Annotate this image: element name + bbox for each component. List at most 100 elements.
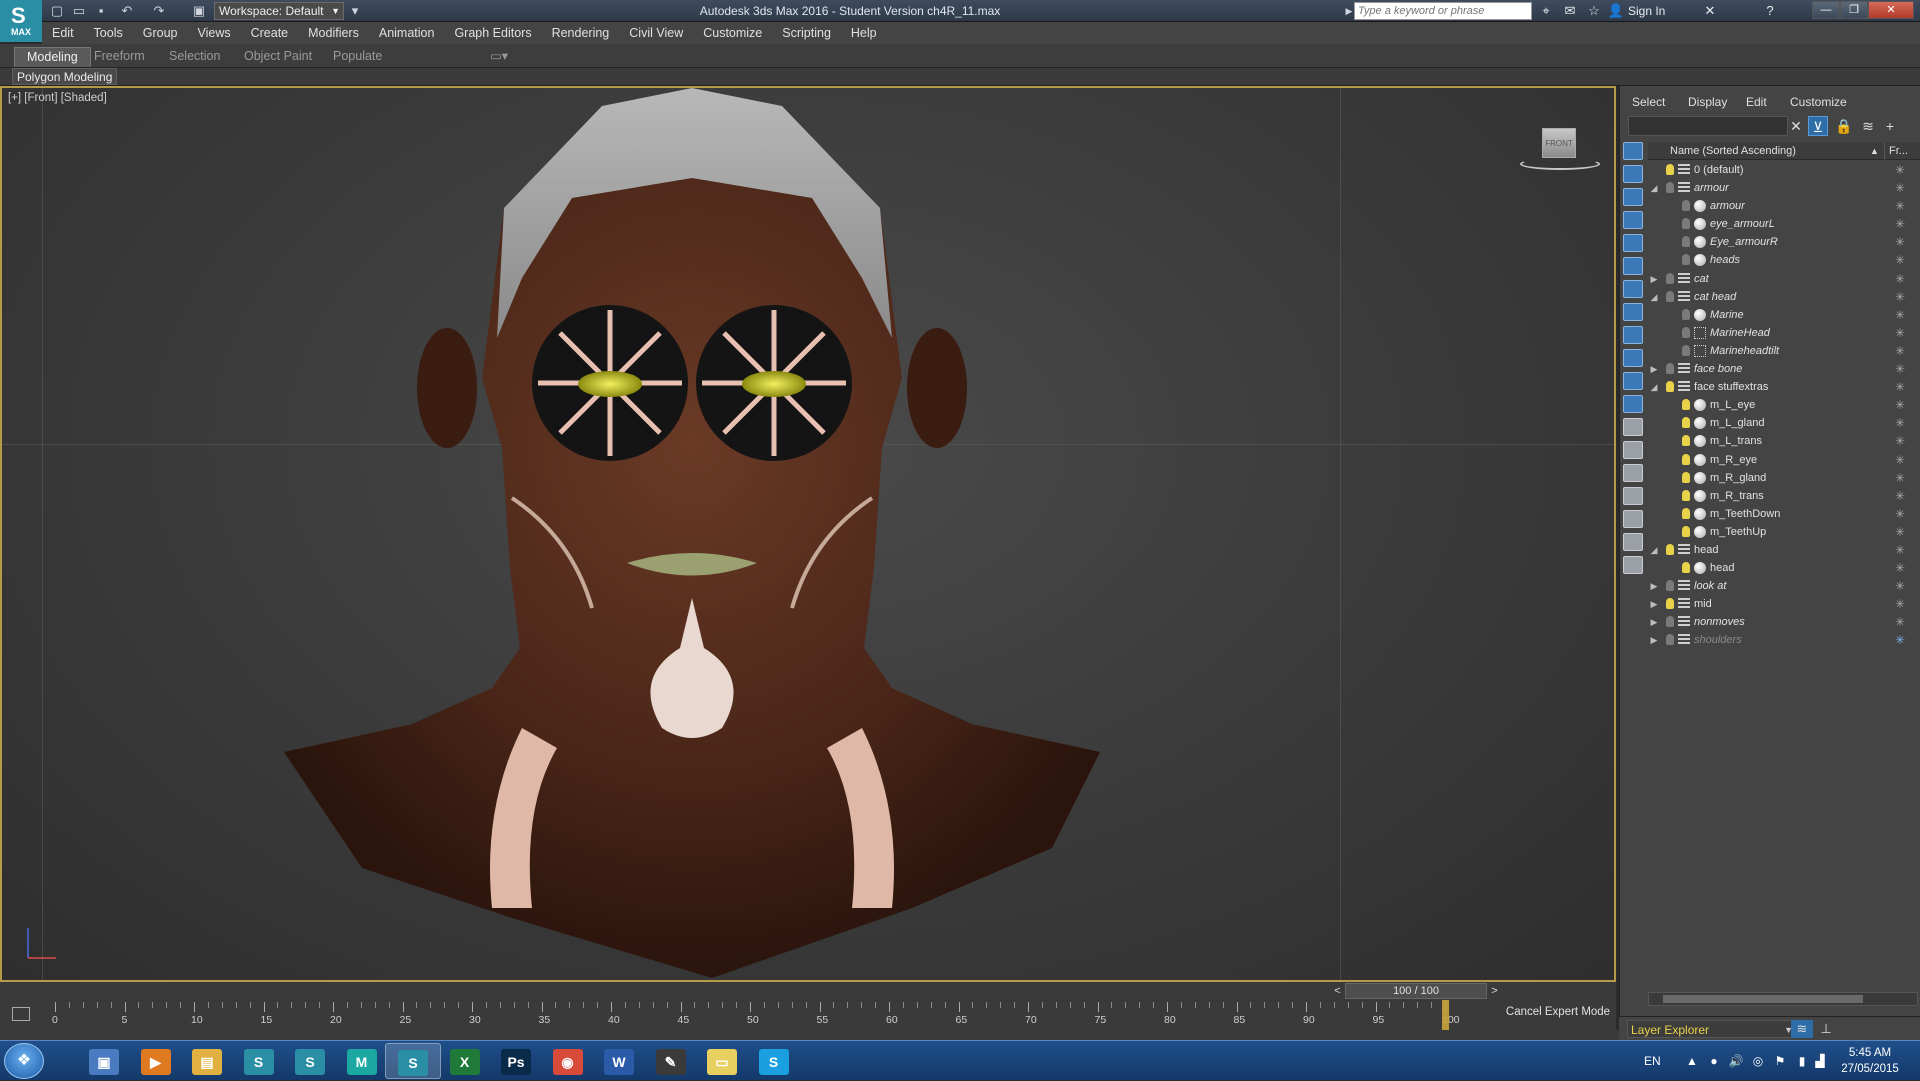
expand-arrow-icon[interactable]: ▶ (1648, 631, 1660, 649)
front-viewport[interactable]: [+] [Front] [Shaded] FRONT (0, 86, 1616, 982)
menu-civil-view[interactable]: Civil View (619, 22, 693, 44)
layer-stack-icon[interactable]: ≋ (1858, 116, 1878, 136)
menu-tools[interactable]: Tools (84, 22, 133, 44)
taskbar-skype[interactable]: S (746, 1043, 802, 1079)
object-row[interactable]: m_L_eye ✳ (1648, 396, 1920, 414)
explorer-selector[interactable]: Layer Explorer ▼ (1627, 1020, 1797, 1038)
taskbar-notes[interactable]: ▭ (694, 1043, 750, 1079)
expand-arrow-icon[interactable]: ▶ (1648, 270, 1660, 288)
object-row[interactable]: m_L_gland ✳ (1648, 414, 1920, 432)
workspace-selector[interactable]: Workspace: Default ▼ (214, 2, 344, 20)
visibility-bulb-icon[interactable] (1682, 562, 1690, 574)
clock[interactable]: 5:45 AM 27/05/2015 (1830, 1045, 1910, 1077)
display-filter-icon[interactable] (1623, 211, 1643, 229)
layer-row[interactable]: ◢ armour ✳ (1648, 179, 1920, 197)
object-row[interactable]: Marineheadtilt ✳ (1648, 342, 1920, 360)
freeze-icon[interactable]: ✳ (1895, 179, 1905, 197)
visibility-bulb-icon[interactable] (1682, 471, 1690, 483)
network-icon[interactable]: ◎ (1750, 1053, 1766, 1069)
layer-row[interactable]: ▶ mid ✳ (1648, 595, 1920, 613)
object-row[interactable]: m_L_trans ✳ (1648, 432, 1920, 450)
viewport-label[interactable]: [+] [Front] [Shaded] (8, 92, 107, 104)
visibility-bulb-icon[interactable] (1682, 236, 1690, 248)
frame-counter[interactable]: 100 / 100 (1345, 983, 1487, 999)
time-slider-next-button[interactable]: > (1487, 983, 1502, 999)
menu-modifiers[interactable]: Modifiers (298, 22, 369, 44)
freeze-icon[interactable]: ✳ (1895, 469, 1905, 487)
freeze-icon[interactable]: ✳ (1895, 360, 1905, 378)
object-row[interactable]: Marine ✳ (1648, 306, 1920, 324)
collapse-arrow-icon[interactable]: ◢ (1648, 179, 1660, 197)
visibility-bulb-icon[interactable] (1666, 363, 1674, 375)
visibility-bulb-icon[interactable] (1682, 507, 1690, 519)
visibility-bulb-icon[interactable] (1666, 598, 1674, 610)
object-row[interactable]: m_R_trans ✳ (1648, 487, 1920, 505)
flag-icon[interactable]: ⚑ (1772, 1053, 1788, 1069)
object-row[interactable]: eye_armourL ✳ (1648, 215, 1920, 233)
display-filter-icon[interactable] (1623, 188, 1643, 206)
visibility-bulb-icon[interactable] (1682, 326, 1690, 338)
display-filter-icon[interactable] (1623, 556, 1643, 574)
viewcube[interactable]: FRONT (1542, 128, 1576, 158)
help-icon[interactable]: ? (1760, 2, 1780, 20)
layer-row[interactable]: ▶ nonmoves ✳ (1648, 613, 1920, 631)
freeze-icon[interactable]: ✳ (1895, 288, 1905, 306)
ribbon-tab-object-paint[interactable]: Object Paint (232, 47, 324, 67)
scrollbar-thumb[interactable] (1663, 995, 1863, 1003)
find-field[interactable] (1628, 116, 1788, 136)
quick-access-menu-icon[interactable]: ▾ (346, 2, 364, 20)
menu-scripting[interactable]: Scripting (772, 22, 841, 44)
freeze-icon[interactable]: ✳ (1895, 324, 1905, 342)
layer-row[interactable]: ▶ cat ✳ (1648, 270, 1920, 288)
mini-curve-editor-icon[interactable] (12, 1007, 30, 1021)
visibility-bulb-icon[interactable] (1682, 453, 1690, 465)
sort-by-hierarchy-icon[interactable]: ⊥ (1815, 1020, 1837, 1038)
object-row[interactable]: m_R_gland ✳ (1648, 469, 1920, 487)
taskbar-computer[interactable]: ▣ (76, 1043, 132, 1079)
display-filter-icon[interactable] (1623, 280, 1643, 298)
visibility-bulb-icon[interactable] (1666, 543, 1674, 555)
minimize-button[interactable]: — (1812, 1, 1840, 19)
name-column-header[interactable]: Name (Sorted Ascending) (1670, 142, 1796, 160)
sort-by-layer-icon[interactable]: ≋ (1791, 1020, 1813, 1038)
taskbar-3dsmax-b[interactable]: S (282, 1043, 338, 1079)
freeze-icon[interactable]: ✳ (1895, 378, 1905, 396)
freeze-icon[interactable]: ✳ (1895, 432, 1905, 450)
object-row[interactable]: m_TeethUp ✳ (1648, 523, 1920, 541)
object-row[interactable]: head ✳ (1648, 559, 1920, 577)
visibility-bulb-icon[interactable] (1666, 616, 1674, 628)
menu-graph-editors[interactable]: Graph Editors (444, 22, 541, 44)
close-button[interactable]: ✕ (1868, 1, 1914, 19)
visibility-bulb-icon[interactable] (1682, 218, 1690, 230)
display-filter-icon[interactable] (1623, 349, 1643, 367)
language-indicator[interactable]: EN (1644, 1041, 1661, 1081)
freeze-icon[interactable]: ✳ (1895, 559, 1905, 577)
taskbar-maya[interactable]: M (334, 1043, 390, 1079)
visibility-bulb-icon[interactable] (1682, 399, 1690, 411)
display-filter-icon[interactable] (1623, 533, 1643, 551)
cancel-expert-mode-button[interactable]: Cancel Expert Mode (1500, 1000, 1616, 1030)
scene-explorer-tab-edit[interactable]: Edit (1746, 92, 1767, 112)
viewcube-compass-ring[interactable] (1520, 158, 1600, 170)
add-layer-icon[interactable]: + (1880, 116, 1900, 136)
menu-animation[interactable]: Animation (369, 22, 445, 44)
scene-explorer-tab-display[interactable]: Display (1688, 92, 1727, 112)
menu-rendering[interactable]: Rendering (542, 22, 620, 44)
freeze-icon[interactable]: ✳ (1895, 631, 1905, 649)
freeze-icon[interactable]: ✳ (1895, 613, 1905, 631)
select-filter-icon[interactable]: ⊻ (1808, 116, 1828, 136)
display-filter-icon[interactable] (1623, 418, 1643, 436)
visibility-bulb-icon[interactable] (1682, 200, 1690, 212)
visibility-bulb-icon[interactable] (1666, 634, 1674, 646)
freeze-column-header[interactable]: Fr... (1884, 142, 1920, 160)
freeze-icon[interactable]: ✳ (1895, 577, 1905, 595)
display-filter-icon[interactable] (1623, 510, 1643, 528)
redo-icon[interactable]: ↷ (150, 2, 168, 20)
freeze-icon[interactable]: ✳ (1895, 197, 1905, 215)
collapse-arrow-icon[interactable]: ◢ (1648, 288, 1660, 306)
sign-in-link[interactable]: Sign In (1628, 2, 1665, 20)
display-filter-icon[interactable] (1623, 303, 1643, 321)
layer-row[interactable]: ◢ head ✳ (1648, 541, 1920, 559)
display-filter-icon[interactable] (1623, 326, 1643, 344)
freeze-icon[interactable]: ✳ (1895, 270, 1905, 288)
